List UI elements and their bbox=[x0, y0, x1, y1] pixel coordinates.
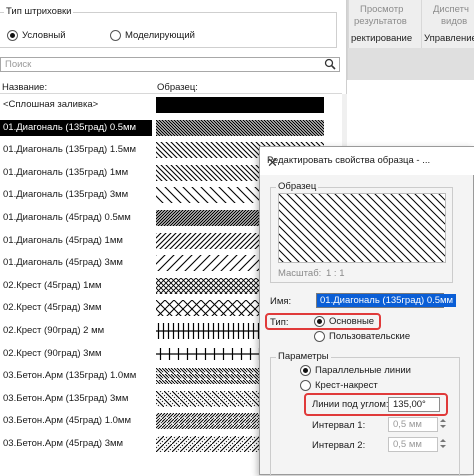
pattern-row-name: 01.Диагональ (45град) 3мм bbox=[3, 257, 123, 269]
radio-button-crosshatch[interactable] bbox=[300, 380, 311, 391]
radio-button-custom[interactable] bbox=[314, 331, 325, 342]
pattern-row-name: 03.Бетон.Арм (45град) 1.0мм bbox=[3, 415, 131, 427]
radio-parallel-label: Параллельные линии bbox=[315, 365, 411, 376]
ribbon-item-2-line2[interactable]: видов bbox=[441, 16, 467, 27]
radio-button-model[interactable] bbox=[110, 30, 121, 41]
ribbon-separator bbox=[348, 0, 349, 48]
interval1-value: 0,5 мм bbox=[393, 419, 422, 430]
pattern-type-title: Тип штриховки bbox=[4, 6, 74, 17]
sample-group-title: Образец bbox=[276, 181, 319, 192]
pattern-preview-fill bbox=[279, 194, 445, 262]
column-header-name[interactable]: Название: bbox=[2, 82, 47, 93]
pattern-row-name: 01.Диагональ (135град) 0.5мм bbox=[0, 119, 152, 136]
ribbon-tab-modify[interactable]: ректирование bbox=[351, 33, 412, 44]
radio-button-drafting[interactable] bbox=[7, 30, 18, 41]
pattern-row-name: 01.Диагональ (45град) 0.5мм bbox=[3, 212, 131, 223]
pattern-row[interactable]: <Сплошная заливка> bbox=[0, 94, 342, 116]
radio-crosshatch[interactable]: Крест-накрест bbox=[300, 380, 378, 391]
search-placeholder: Поиск bbox=[5, 59, 32, 70]
radio-model[interactable]: Моделирующий bbox=[110, 30, 195, 41]
parameters-group-title: Параметры bbox=[276, 351, 331, 362]
interval2-spinner[interactable] bbox=[439, 437, 447, 452]
radio-drafting[interactable]: Условный bbox=[7, 30, 66, 41]
ribbon-area: Просмотр результатов Диспетч видов ректи… bbox=[347, 0, 474, 80]
scale-value: 1 : 1 bbox=[326, 268, 345, 279]
pattern-swatch-fill bbox=[156, 119, 324, 136]
radio-type-custom-label: Пользовательские bbox=[329, 331, 411, 342]
pattern-row[interactable]: 01.Диагональ (135град) 0.5мм bbox=[0, 117, 342, 139]
pattern-preview bbox=[278, 193, 446, 263]
interval2-input[interactable]: 0,5 мм bbox=[388, 437, 438, 452]
interval1-label: Интервал 1: bbox=[312, 420, 366, 431]
search-input[interactable]: Поиск bbox=[0, 57, 340, 72]
angle-highlight-box bbox=[304, 393, 448, 416]
radio-button-parallel[interactable] bbox=[300, 365, 311, 376]
radio-parallel-lines[interactable]: Параллельные линии bbox=[300, 365, 411, 376]
search-icon[interactable] bbox=[324, 58, 336, 70]
name-field-value: 01.Диагональ (135град) 0.5мм bbox=[317, 294, 457, 307]
interval1-input[interactable]: 0,5 мм bbox=[388, 417, 438, 432]
ribbon-separator bbox=[421, 0, 422, 48]
pattern-row-name: 02.Крест (90град) 3мм bbox=[3, 347, 102, 359]
ribbon-panel-band bbox=[348, 48, 474, 80]
pattern-row-name: 02.Крест (45град) 1мм bbox=[3, 279, 102, 291]
close-icon[interactable]: ✕ bbox=[267, 155, 469, 171]
radio-crosshatch-label: Крест-накрест bbox=[315, 380, 378, 391]
ribbon-tab-manage[interactable]: Управление bbox=[424, 33, 474, 44]
interval1-spinner[interactable] bbox=[439, 417, 447, 432]
pattern-row-swatch bbox=[156, 119, 324, 136]
interval2-label: Интервал 2: bbox=[312, 440, 366, 451]
edit-pattern-dialog: Редактировать свойства образца - ... ✕ О… bbox=[259, 146, 474, 476]
type-highlight-box bbox=[265, 313, 381, 330]
radio-model-label: Моделирующий bbox=[125, 30, 195, 41]
name-label: Имя: bbox=[270, 296, 292, 307]
pattern-row-name: <Сплошная заливка> bbox=[3, 99, 99, 110]
pattern-row-name: 03.Бетон.Арм (135град) 1.0мм bbox=[3, 370, 137, 382]
dialog-titlebar[interactable]: Редактировать свойства образца - ... ✕ bbox=[260, 147, 474, 175]
pattern-row-name: 01.Диагональ (135град) 1.5мм bbox=[3, 144, 137, 156]
radio-type-custom[interactable]: Пользовательские bbox=[314, 331, 410, 342]
pattern-swatch-fill bbox=[156, 97, 324, 113]
ribbon-item-1-line2[interactable]: результатов bbox=[354, 16, 407, 27]
column-header-sample[interactable]: Образец: bbox=[157, 82, 198, 93]
pattern-row-name: 03.Бетон.Арм (135град) 3мм bbox=[3, 392, 129, 404]
name-field[interactable]: 01.Диагональ (135град) 0.5мм bbox=[316, 293, 457, 308]
pattern-row-name: 01.Диагональ (135град) 1мм bbox=[3, 166, 129, 178]
pattern-row-name: 01.Диагональ (45град) 1мм bbox=[3, 234, 123, 246]
pattern-row-name: 03.Бетон.Арм (45град) 3мм bbox=[3, 438, 124, 449]
ribbon-item-2-line1[interactable]: Диспетч bbox=[433, 4, 469, 15]
interval2-value: 0,5 мм bbox=[393, 439, 422, 450]
pattern-row-name: 02.Крест (90град) 2 мм bbox=[3, 325, 105, 336]
ribbon-item-1-line1[interactable]: Просмотр bbox=[360, 4, 403, 15]
scale-label: Масштаб: bbox=[278, 268, 322, 279]
pattern-type-group: Тип штриховки Условный Моделирующий bbox=[0, 6, 337, 48]
pattern-row-swatch bbox=[156, 97, 324, 113]
radio-drafting-label: Условный bbox=[22, 30, 66, 41]
pattern-row-name: 02.Крест (45град) 3мм bbox=[3, 302, 102, 314]
pattern-row-name: 01.Диагональ (135град) 3мм bbox=[3, 189, 129, 201]
